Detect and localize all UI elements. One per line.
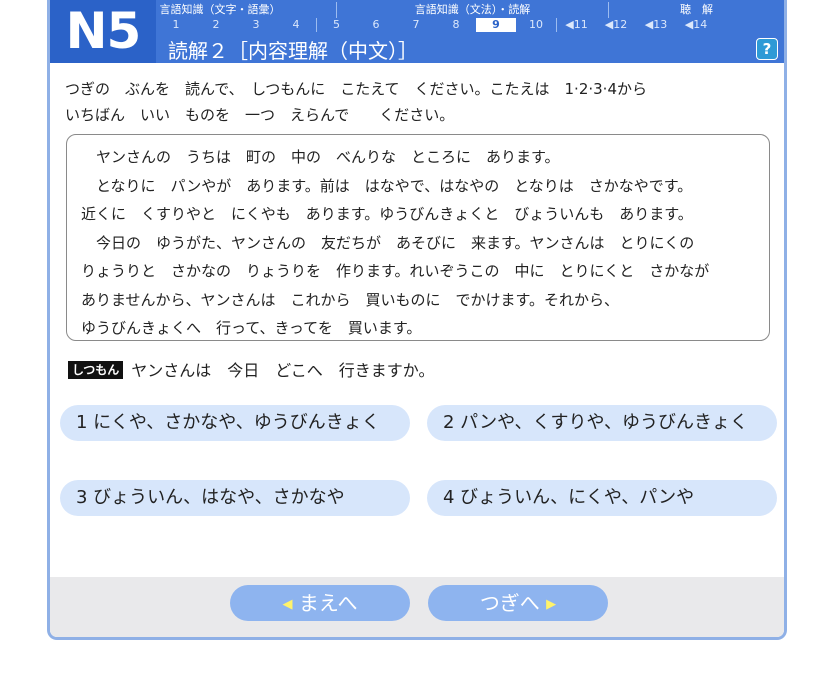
question-number-3[interactable]: 3 [236,18,276,32]
section-title: 読解２［内容理解（中文）］ [168,39,418,63]
question-number-6[interactable]: 6 [356,18,396,32]
answer-option-4[interactable]: 4 びょういん、にくや、パンや [427,480,777,516]
instruction-text: つぎの ぶんを 読んで、 しつもんに こたえて ください。こたえは 1·2·3·… [65,76,765,128]
question-number-7[interactable]: 7 [396,18,436,32]
listening-number-13[interactable]: ◀13 [636,18,676,32]
category-vocabulary: 言語知識（文字・語彙） [159,3,281,16]
header-bar: N5 言語知識（文字・語彙） 言語知識（文法）・読解 聴 解 1 2 3 4 5… [50,0,784,63]
triangle-left-icon: ◀ [282,597,293,612]
question-tag: しつもん [68,361,124,379]
listening-number-11[interactable]: ◀11 [556,18,596,32]
category-listening: 聴 解 [608,2,784,18]
answer-option-1[interactable]: 1 にくや、さかなや、ゆうびんきょく [60,405,410,441]
prev-button-label: まえへ [298,591,358,615]
question-number-9-active[interactable]: 9 [476,18,516,32]
passage-line: ヤンさんの うちは 町の 中の べんりな ところに あります。 [81,148,560,166]
passage-line: 今日の ゆうがた、ヤンさんの 友だちが あそびに 来ます。ヤンさんは とりにくの [81,233,695,252]
question: しつもん ヤンさんは 今日 どこへ 行きますか。 [68,356,434,386]
question-number-2[interactable]: 2 [196,18,236,32]
passage-line: ありませんから、ヤンさんは これから 買いものに でかけます。それから、 [81,290,620,309]
listening-number-12[interactable]: ◀12 [596,18,636,32]
instruction-line-2: いちばん いい ものを 一つ えらんで ください。 [65,106,455,124]
answer-option-3[interactable]: 3 びょういん、はなや、さかなや [60,480,410,516]
question-text: ヤンさんは 今日 どこへ 行きますか。 [131,361,435,380]
question-number-1[interactable]: 1 [156,18,196,32]
next-button[interactable]: つぎへ ▶ [428,585,608,621]
prev-button[interactable]: ◀ まえへ [230,585,410,621]
level-badge: N5 [50,0,156,63]
triangle-right-icon: ▶ [546,597,557,612]
app-frame: N5 言語知識（文字・語彙） 言語知識（文法）・読解 聴 解 1 2 3 4 5… [47,0,787,640]
reading-passage: ヤンさんの うちは 町の 中の べんりな ところに あります。 となりに パンや… [66,134,770,341]
question-number-4[interactable]: 4 [276,18,316,32]
passage-line: ゆうびんきょくへ 行って、きってを 買います。 [81,319,422,337]
category-grammar-reading: 言語知識（文法）・読解 [336,2,608,18]
question-number-8[interactable]: 8 [436,18,476,32]
passage-line: 近くに くすりやと にくやも あります。ゆうびんきょくと びょういんも あります… [81,205,693,223]
instruction-line-1: つぎの ぶんを 読んで、 しつもんに こたえて ください。こたえは 1·2·3·… [65,80,647,98]
footer-bar: ◀ まえへ つぎへ ▶ [50,577,784,637]
next-button-label: つぎへ [479,591,540,615]
passage-line: りょうりと さかなの りょうりを 作ります。れいぞうこの 中に とりにくと さか… [81,262,710,280]
question-number-nav: 1 2 3 4 5 6 7 8 9 10 ◀11 ◀12 ◀13 ◀14 [156,18,716,32]
passage-line: となりに パンやが あります。前は はなやで、はなやの となりは さかなやです。 [81,176,693,195]
listening-number-14[interactable]: ◀14 [676,18,716,32]
question-number-5[interactable]: 5 [316,18,356,32]
question-number-10[interactable]: 10 [516,18,556,32]
help-button[interactable]: ? [756,38,778,60]
answer-option-2[interactable]: 2 パンや、くすりや、ゆうびんきょく [427,405,777,441]
